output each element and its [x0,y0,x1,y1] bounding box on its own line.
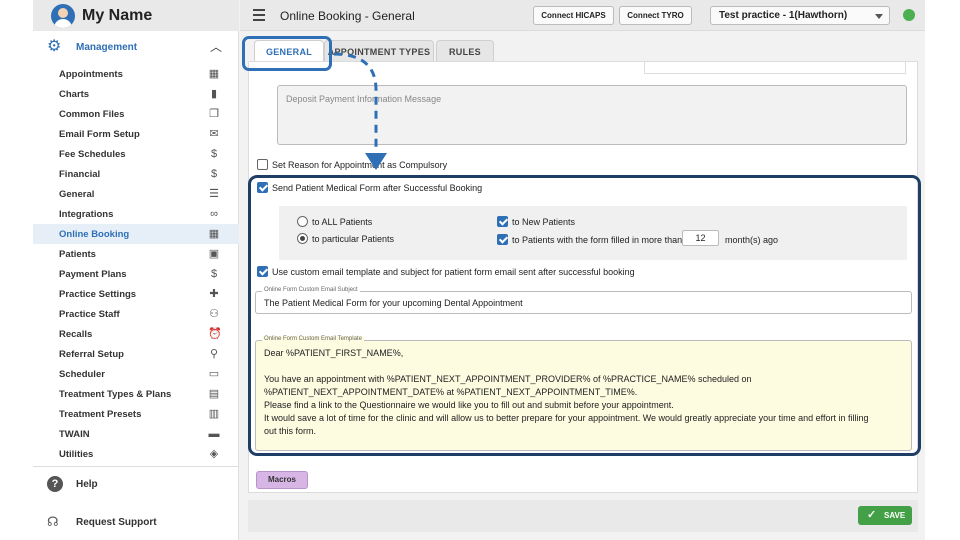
macros-button[interactable]: Macros [256,471,308,489]
connect-tyro-button[interactable]: Connect TYRO [619,6,692,25]
sidebar-item-label: Fee Schedules [59,149,126,160]
sidebar-header: My Name [33,0,239,31]
connection-status-indicator [903,9,915,21]
headset-icon: ☊ [47,514,59,529]
sidebar-item-label: Charts [59,89,90,100]
sidebar-item-common-files[interactable]: Common Files ❐ [33,104,239,124]
sidebar-item-label: Utilities [59,449,94,460]
management-section-toggle[interactable]: ⚙ Management ︿ [33,36,239,60]
sidebar-item-label: Financial [59,169,101,180]
sidebar-item-label: Payment Plans [59,269,127,280]
set-reason-checkbox[interactable] [257,159,268,170]
sidebar-item-general[interactable]: General ☰ [33,184,239,204]
top-bar: Online Booking - General Connect HICAPS … [240,0,925,31]
stamp-icon: ⚲ [209,348,219,360]
clipboard-icon: ▤ [208,388,220,400]
section-highlight-annotation [248,175,921,456]
sidebar-item-email-form-setup[interactable]: Email Form Setup ✉ [33,124,239,144]
envelope-open-icon: ✉ [209,128,219,140]
people-icon: ⚇ [209,308,219,320]
link-icon: ∞ [210,208,218,220]
list-box-icon: ▥ [208,408,220,420]
dollar-icon: $ [210,168,218,180]
sidebar-item-label: Patients [59,249,96,260]
practice-select[interactable]: Test practice - 1(Hawthorn) [710,6,890,25]
management-label: Management [76,42,138,53]
sidebar-divider [33,466,239,467]
sidebar-item-charts[interactable]: Charts ▮ [33,84,239,104]
tab-highlight-annotation [242,36,332,71]
sidebar-item-label: Practice Settings [59,289,137,300]
deposit-message-placeholder: Deposit Payment Information Message [286,94,442,104]
previous-field-fragment [644,62,906,74]
sidebar-item-label: Recalls [59,329,93,340]
sidebar-item-label: Practice Staff [59,309,120,320]
hamburger-menu-icon[interactable] [253,9,265,21]
calendar-icon: ▦ [208,228,220,240]
sidebar-item-utilities[interactable]: Utilities ◈ [33,444,239,464]
dollar-icon: $ [210,268,218,280]
scanner-icon: ▬ [208,428,220,440]
bar-chart-icon: ▮ [210,88,218,100]
gear-icon: ⚙ [47,38,62,55]
sidebar-item-twain[interactable]: TWAIN ▬ [33,424,239,444]
practice-select-value: Test practice - 1(Hawthorn) [719,10,848,21]
help-icon: ? [47,476,63,492]
sidebar-item-online-booking[interactable]: Online Booking ▦ [33,224,239,244]
help-label: Help [76,479,98,490]
sidebar-item-treatment-types[interactable]: Treatment Types & Plans ▤ [33,384,239,404]
sidebar-item-scheduler[interactable]: Scheduler ▭ [33,364,239,384]
deposit-message-field[interactable]: Deposit Payment Information Message [277,85,907,145]
sidebar-item-label: Treatment Presets [59,409,142,420]
set-reason-label: Set Reason for Appointment as Compulsory [272,160,448,170]
dollar-box-icon: $ [210,148,218,160]
sidebar-item-patients[interactable]: Patients ▣ [33,244,239,264]
sidebar-item-recalls[interactable]: Recalls ⏰ [33,324,239,344]
widgets-icon: ◈ [209,448,219,460]
sidebar-item-treatment-presets[interactable]: Treatment Presets ▥ [33,404,239,424]
sidebar-item-fee-schedules[interactable]: Fee Schedules $ [33,144,239,164]
sidebar-item-label: Scheduler [59,369,105,380]
request-support-label: Request Support [76,517,157,528]
sidebar-item-practice-staff[interactable]: Practice Staff ⚇ [33,304,239,324]
sidebar-item-practice-settings[interactable]: Practice Settings ✚ [33,284,239,304]
sidebar-item-financial[interactable]: Financial $ [33,164,239,184]
calendar-blank-icon: ▭ [208,368,220,380]
sidebar-item-label: Common Files [59,109,125,120]
alarm-icon: ⏰ [208,328,222,340]
sidebar-item-label: Appointments [59,69,123,80]
bottom-bar: ✓ SAVE [248,500,918,532]
sidebar-item-payment-plans[interactable]: Payment Plans $ [33,264,239,284]
page-title: Online Booking - General [280,9,415,23]
contact-icon: ▣ [208,248,220,260]
chevron-up-icon: ︿ [210,40,223,54]
sidebar-item-label: Treatment Types & Plans [59,389,172,400]
sidebar-item-referral-setup[interactable]: Referral Setup ⚲ [33,344,239,364]
sidebar: My Name ⚙ Management ︿ Appointments ▦ Cha… [33,0,239,540]
avatar[interactable] [51,4,75,28]
sidebar-item-label: General [59,189,95,200]
sidebar-menu: Appointments ▦ Charts ▮ Common Files ❐ Emai… [33,64,239,464]
first-aid-icon: ✚ [209,288,219,300]
sidebar-item-appointments[interactable]: Appointments ▦ [33,64,239,84]
save-label: SAVE [884,511,906,520]
tab-appointment-types[interactable]: APPOINTMENT TYPES [324,40,434,62]
files-icon: ❐ [209,108,219,120]
sidebar-item-label: Online Booking [59,229,130,240]
sidebar-item-label: Integrations [59,209,114,220]
user-name: My Name [82,7,153,24]
tab-rules[interactable]: RULES [436,40,494,62]
sidebar-item-integrations[interactable]: Integrations ∞ [33,204,239,224]
sidebar-item-label: Email Form Setup [59,129,140,140]
check-icon: ✓ [867,509,877,521]
sidebar-item-label: Referral Setup [59,349,124,360]
calendar-icon: ▦ [208,68,220,80]
connect-hicaps-button[interactable]: Connect HICAPS [533,6,614,25]
caret-down-icon [875,14,883,19]
sliders-icon: ☰ [209,188,219,200]
sidebar-item-label: TWAIN [59,429,90,440]
save-button[interactable]: ✓ SAVE [858,506,912,525]
